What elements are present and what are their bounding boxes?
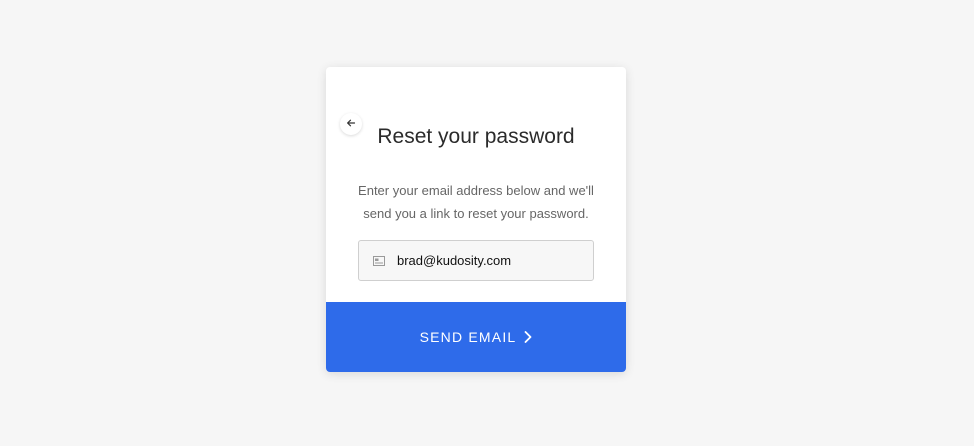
email-input[interactable]	[397, 253, 587, 268]
send-email-label: SEND EMAIL	[419, 329, 517, 345]
send-email-button[interactable]: SEND EMAIL	[326, 302, 626, 372]
id-card-icon	[373, 255, 385, 266]
page-title: Reset your password	[377, 125, 575, 148]
description-text: Enter your email address below and we'll…	[358, 183, 594, 221]
chevron-right-icon	[524, 331, 532, 343]
reset-password-card: Reset your password Enter your email add…	[326, 67, 626, 372]
email-field[interactable]	[358, 240, 594, 281]
